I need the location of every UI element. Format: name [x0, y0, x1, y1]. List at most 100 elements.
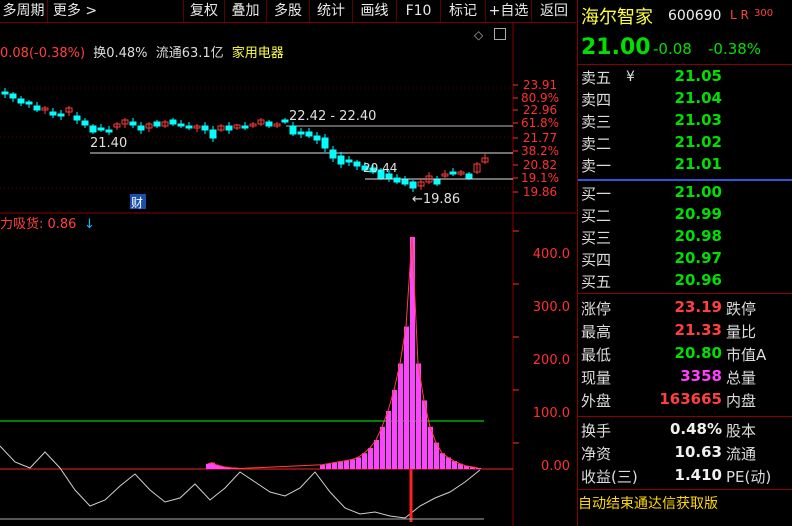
- chart-canvas[interactable]: 23.9180.9%22.9661.8%21.7738.2%20.8219.1%…: [0, 22, 576, 526]
- stats-button[interactable]: 统计: [310, 0, 353, 22]
- candle-body: [289, 125, 297, 135]
- back-button[interactable]: 返回: [532, 0, 576, 22]
- price-axis-label: 61.8%: [521, 116, 559, 130]
- ask-row[interactable]: 卖二 21.02: [578, 133, 792, 154]
- draw-line-button[interactable]: 画线: [353, 0, 397, 22]
- stat2-right-label: 股本: [726, 422, 757, 440]
- indicator-bar: [368, 447, 373, 469]
- candle-body: [297, 131, 305, 135]
- add-favorite-button[interactable]: +自选: [486, 0, 532, 22]
- indicator-bar: [404, 326, 409, 469]
- toolbar: 多周期 更多 > 复权 叠加 多股 统计 画线 F10 标记 +自选 返回: [0, 0, 576, 23]
- indicator-bar: [440, 453, 445, 469]
- ask-price: 21.04: [674, 89, 722, 107]
- candle-body: [401, 179, 409, 185]
- ask-row[interactable]: 卖一 21.01: [578, 155, 792, 176]
- indicator-bar: [398, 363, 403, 469]
- stat-row: 最低 20.80 市值A: [578, 344, 792, 365]
- stat-right-label: 内盘: [726, 392, 757, 410]
- ask-label: 卖三: [581, 113, 612, 131]
- indicator-arrow: ↓: [84, 217, 95, 232]
- stat-right-label: 跌停: [726, 300, 757, 318]
- candle-body: [337, 155, 345, 165]
- indicator-bar: [362, 453, 367, 469]
- quote-panel: 海尔智家 600690 L R 300 21.00 -0.08 -0.38% 卖…: [577, 0, 792, 526]
- low-left-annotation: 21.40: [90, 136, 127, 151]
- indicator-axis-label: 200.0: [533, 353, 570, 368]
- bid-row[interactable]: 买四 20.97: [578, 249, 792, 270]
- candle-body: [321, 137, 329, 149]
- stock-name: 海尔智家: [581, 7, 653, 28]
- candle-body: [209, 129, 217, 139]
- stock-code: 600690: [668, 8, 722, 24]
- bid-price: 20.97: [674, 249, 722, 267]
- ask-row[interactable]: 卖五 21.05: [578, 67, 792, 88]
- stat-right-label: 量比: [726, 323, 757, 341]
- bid-ask-separator: [578, 179, 792, 181]
- overlay-button[interactable]: 叠加: [225, 0, 267, 22]
- bid-row[interactable]: 买一 21.00: [578, 183, 792, 204]
- indicator-axis-label: 400.0: [533, 247, 570, 262]
- stat-value: 21.33: [674, 321, 722, 339]
- candle-body: [305, 131, 313, 137]
- bid-row[interactable]: 买三 20.98: [578, 227, 792, 248]
- candle-body: [73, 115, 81, 121]
- stat-label: 现量: [581, 369, 612, 387]
- finance-tag[interactable]: 财: [131, 196, 143, 210]
- bid-price: 21.00: [674, 183, 722, 201]
- indicator-bar: [320, 464, 325, 469]
- candle-body: [433, 179, 441, 185]
- period-button[interactable]: 多周期: [0, 0, 48, 22]
- stock-index-tag: 300: [754, 8, 774, 19]
- ask-label: 卖一: [581, 157, 612, 175]
- indicator-bar: [338, 461, 343, 469]
- candle-body: [449, 171, 457, 175]
- low-annotation: ←19.86: [412, 192, 460, 207]
- ask-row[interactable]: 卖四 21.04: [578, 89, 792, 110]
- price-axis-label: 22.96: [523, 103, 557, 117]
- news-ticker[interactable]: 自动结束通达信获取版: [578, 493, 792, 513]
- candle-body: [49, 111, 57, 116]
- stat-right-label: 总量: [726, 369, 757, 387]
- range-annotation: 22.42 - 22.40: [289, 109, 376, 124]
- candle-body: [57, 113, 65, 117]
- candle-body: [89, 125, 97, 133]
- stat2-right-label: PE(动): [726, 468, 772, 486]
- candle-body: [281, 119, 289, 123]
- price-axis-label: 19.1%: [521, 171, 559, 185]
- ask-label: 卖二: [581, 135, 612, 153]
- bid-price: 20.96: [674, 271, 722, 289]
- stat2-label: 收益(三): [581, 468, 638, 486]
- candle-body: [185, 125, 193, 129]
- mark-button[interactable]: 标记: [441, 0, 486, 22]
- candle-body: [25, 101, 33, 105]
- candle-body: [1, 91, 9, 95]
- f10-button[interactable]: F10: [397, 0, 441, 22]
- ask-row[interactable]: 卖三 21.03: [578, 111, 792, 132]
- candle-body: [201, 125, 209, 131]
- candle-body: [345, 159, 353, 163]
- candle-body: [105, 129, 113, 133]
- fq-button[interactable]: 复权: [183, 0, 225, 22]
- stat2-label: 净资: [581, 445, 612, 463]
- indicator-bar: [332, 462, 337, 469]
- current-price: 21.00: [581, 35, 651, 60]
- indicator-bar: [344, 460, 349, 469]
- stat2-value: 1.410: [674, 466, 722, 484]
- stat-value: 23.19: [674, 298, 722, 316]
- ask-label: 卖五: [581, 69, 612, 87]
- candle-body: [393, 177, 401, 183]
- mid-annotation: 20.44: [363, 161, 397, 175]
- stat-value: 163665: [659, 390, 722, 408]
- stock-flags: L R: [730, 8, 749, 22]
- stat-label: 涨停: [581, 300, 612, 318]
- candle-body: [97, 127, 105, 131]
- stat-row: 外盘 163665 内盘: [578, 390, 792, 411]
- multi-stock-button[interactable]: 多股: [267, 0, 310, 22]
- bid-row[interactable]: 买五 20.96: [578, 271, 792, 292]
- ask-price: 21.02: [674, 133, 722, 151]
- currency-icon: ¥: [626, 69, 635, 85]
- more-button[interactable]: 更多 >: [48, 0, 102, 22]
- bid-row[interactable]: 买二 20.99: [578, 205, 792, 226]
- stat2-value: 10.63: [674, 443, 722, 461]
